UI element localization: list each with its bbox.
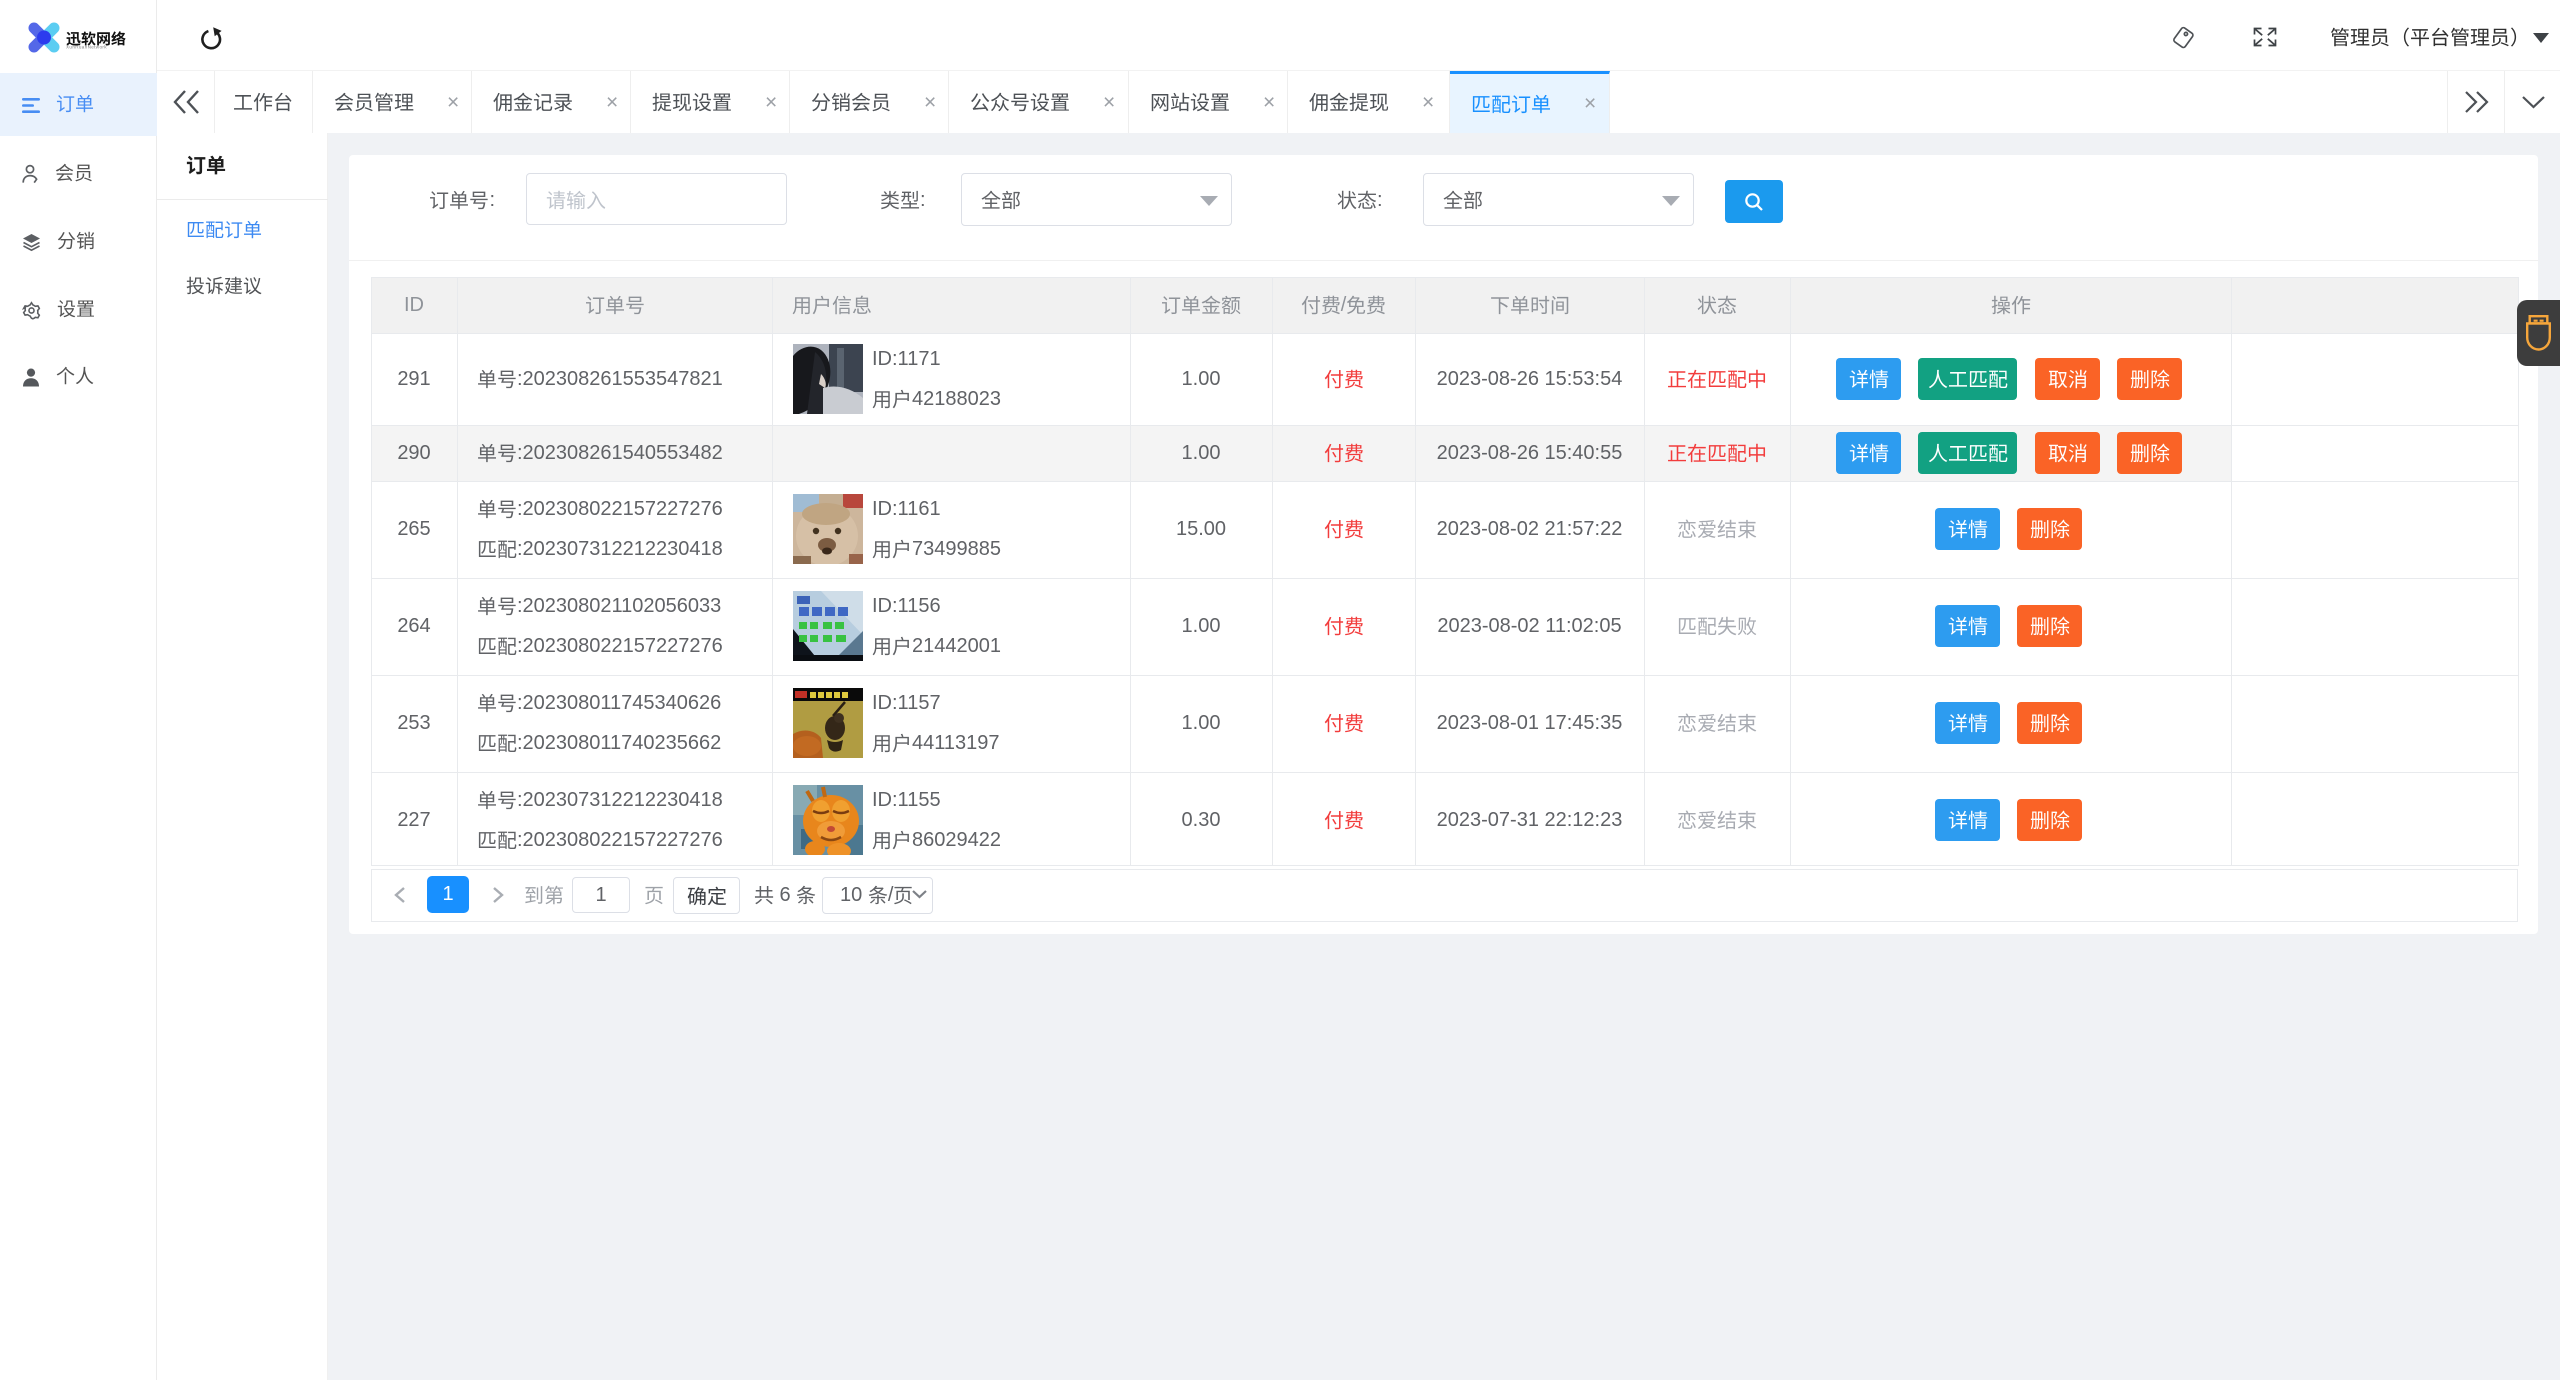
svg-text:XunRuanNetwork: XunRuanNetwork [66, 45, 107, 50]
